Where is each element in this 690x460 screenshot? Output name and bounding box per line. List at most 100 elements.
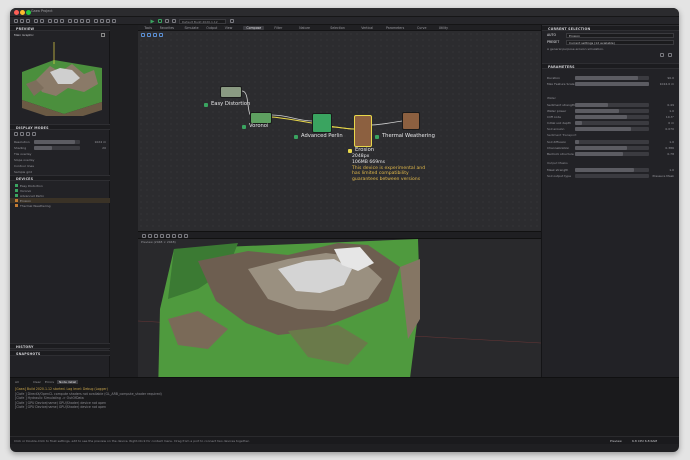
tab-curve[interactable]: Curve xyxy=(417,26,426,30)
param-row: Soil output type Pressure Mask xyxy=(547,173,676,178)
close-window-button[interactable] xyxy=(14,10,19,15)
undo-icon[interactable] xyxy=(34,18,38,23)
tab-utility[interactable]: Utility xyxy=(439,26,448,30)
mode-icon-4[interactable] xyxy=(32,132,36,136)
viewport-tool-icon-1[interactable] xyxy=(142,233,146,238)
viewport-tool-icon-7[interactable] xyxy=(178,233,182,238)
param-slider[interactable] xyxy=(575,120,649,125)
param-slider[interactable] xyxy=(575,114,649,119)
tab-output[interactable]: Output xyxy=(206,26,217,30)
viewport-tool-icon-8[interactable] xyxy=(184,233,188,238)
preset-dropdown[interactable]: Current settings (12 available) xyxy=(566,39,674,45)
param-label: Mask strength xyxy=(547,167,569,172)
snapshots-title: SNAPSHOTS xyxy=(16,351,41,356)
build-icon[interactable] xyxy=(158,18,162,23)
console-tab-node-detail[interactable]: Node detail xyxy=(57,380,79,384)
tab-tools[interactable]: Tools xyxy=(144,26,152,30)
preview-header[interactable]: PREVIEW xyxy=(10,25,110,31)
parameters-header[interactable]: PARAMETERS xyxy=(542,63,679,69)
display-row: Tile overlay xyxy=(14,151,106,156)
tab-nature[interactable]: Nature xyxy=(299,26,310,30)
param-slider[interactable] xyxy=(575,167,649,172)
viewport-tool-icon-5[interactable] xyxy=(166,233,170,238)
tab-favorites[interactable]: Favorites xyxy=(160,26,174,30)
reset-icon[interactable] xyxy=(668,53,672,57)
expand-icon[interactable] xyxy=(101,32,105,37)
display-modes-header[interactable]: DISPLAY MODES xyxy=(10,124,110,130)
console-tab-clear[interactable]: Clear xyxy=(33,380,41,384)
console-tab-errors[interactable]: Errors xyxy=(45,380,54,384)
mode-icon-1[interactable] xyxy=(14,132,18,136)
tab-view[interactable]: View xyxy=(225,26,233,30)
tab-filter[interactable]: Filter xyxy=(274,26,282,30)
layers-icon[interactable] xyxy=(94,18,98,23)
node-graph[interactable]: Easy Distortion Voronoi Advanced Perlin … xyxy=(138,31,541,231)
display-row-slider[interactable] xyxy=(34,145,80,150)
param-value: 0.78 xyxy=(667,151,674,156)
3d-viewport[interactable]: Preview (2048 × 2048) xyxy=(138,239,541,394)
param-slider[interactable] xyxy=(575,151,649,156)
group-icon[interactable] xyxy=(74,18,78,23)
redo-icon[interactable] xyxy=(40,18,44,23)
selection-tab-auto[interactable]: AUTO xyxy=(547,33,556,37)
param-value: 90.0 xyxy=(667,75,674,80)
param-slider[interactable] xyxy=(575,102,649,107)
param-slider[interactable] xyxy=(575,139,649,144)
bake-icon[interactable] xyxy=(172,18,176,23)
history-header[interactable]: HISTORY xyxy=(10,343,110,349)
devices-header[interactable]: DEVICES xyxy=(10,175,110,181)
node-easy-distortion[interactable] xyxy=(220,86,242,98)
viewport-tool-icon-4[interactable] xyxy=(160,233,164,238)
device-list-item[interactable]: Thermal Weathering xyxy=(10,203,110,208)
param-slider[interactable] xyxy=(575,126,649,131)
display-row: Slope overlay xyxy=(14,157,106,162)
terrain-preview-thumbnail[interactable] xyxy=(14,40,106,116)
param-label: Initial soil depth xyxy=(547,120,572,125)
tab-parameters[interactable]: Parameters xyxy=(386,26,404,30)
cut-icon[interactable] xyxy=(48,18,52,23)
param-row: Mask strength 1.0 xyxy=(547,167,676,172)
new-icon[interactable] xyxy=(14,18,18,23)
export-icon[interactable] xyxy=(100,18,104,23)
tab-vertical[interactable]: Vertical xyxy=(361,26,373,30)
align-icon[interactable] xyxy=(68,18,72,23)
settings-icon[interactable] xyxy=(106,18,110,23)
mode-icon-2[interactable] xyxy=(20,132,24,136)
tab-compose[interactable]: Compose xyxy=(243,25,265,30)
param-slider[interactable] xyxy=(575,145,649,150)
param-slider[interactable] xyxy=(575,108,649,113)
status-preview[interactable]: Preview xyxy=(610,439,622,443)
param-slider[interactable] xyxy=(575,75,649,80)
minimize-window-button[interactable] xyxy=(20,10,25,15)
stop-icon[interactable] xyxy=(165,18,169,23)
pin-icon[interactable] xyxy=(660,53,664,57)
display-row-slider[interactable] xyxy=(34,139,80,144)
save-icon[interactable] xyxy=(26,18,30,23)
tab-simulate[interactable]: Simulate xyxy=(185,26,199,30)
build-name-field[interactable]: Default Build 2020.1.12 xyxy=(179,18,226,24)
help-icon[interactable] xyxy=(112,18,116,23)
tab-selection[interactable]: Selection xyxy=(330,26,345,30)
copy-icon[interactable] xyxy=(54,18,58,23)
viewport-tool-icon-2[interactable] xyxy=(148,233,152,238)
chevron-down-icon[interactable] xyxy=(230,18,234,23)
viewport-tool-icon-3[interactable] xyxy=(154,233,158,238)
selection-header[interactable]: CURRENT SELECTION xyxy=(542,25,679,31)
main-toolbar: Default Build 2020.1.12 xyxy=(10,17,679,25)
paste-icon[interactable] xyxy=(60,18,64,23)
node-thermal-weathering[interactable] xyxy=(402,112,420,130)
snapshots-header[interactable]: SNAPSHOTS xyxy=(10,350,110,356)
display-row: Sample grid xyxy=(14,169,106,174)
viewport-tool-icon-6[interactable] xyxy=(172,233,176,238)
param-slider[interactable] xyxy=(575,81,649,86)
node-erosion[interactable] xyxy=(354,115,372,147)
console-tab-all[interactable]: All xyxy=(15,380,19,384)
open-icon[interactable] xyxy=(20,18,24,23)
zoom-fit-icon[interactable] xyxy=(86,18,90,23)
selection-device-field[interactable]: Erosion xyxy=(566,33,674,38)
param-slider[interactable] xyxy=(575,173,649,178)
mode-icon-3[interactable] xyxy=(26,132,30,136)
node-advanced-perlin[interactable] xyxy=(312,113,332,133)
play-icon[interactable] xyxy=(150,19,155,24)
grid-icon[interactable] xyxy=(80,18,84,23)
